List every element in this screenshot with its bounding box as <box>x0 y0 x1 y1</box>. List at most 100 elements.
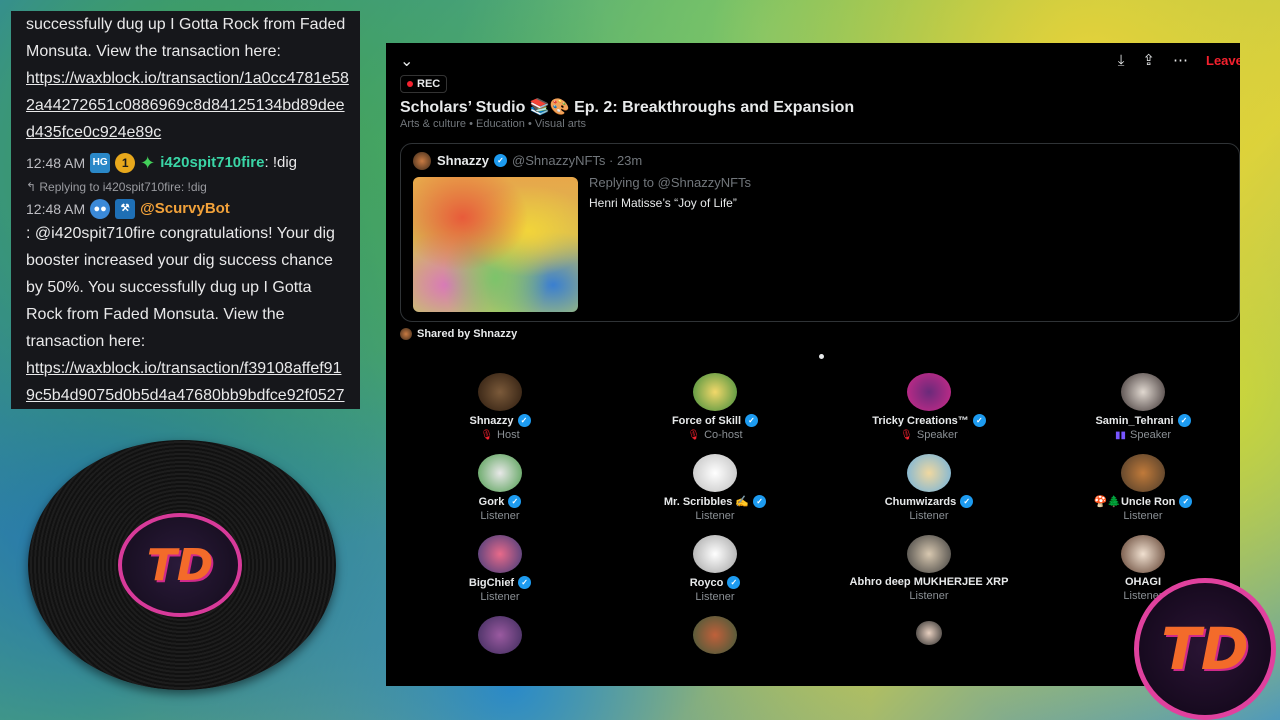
vinyl-record-image: TD <box>28 440 336 690</box>
participant-role: Listener <box>695 510 735 522</box>
verified-icon: ✓ <box>960 495 974 508</box>
chat-line: Monsuta. View the transaction here: <box>26 43 281 60</box>
participant[interactable]: Abhro deep MUKHERJEE XRP Listener <box>829 535 1029 602</box>
avatar <box>1121 373 1165 411</box>
verified-icon: ✓ <box>1179 495 1193 508</box>
avatar <box>693 616 737 654</box>
bot-badge-icon: ●● <box>90 199 111 219</box>
avatar <box>478 616 522 654</box>
participant-name: Abhro deep MUKHERJEE XRP <box>849 576 1009 588</box>
logo-text: TD <box>146 539 214 591</box>
participant-role: Listener <box>909 590 949 602</box>
participant-name: BigChief <box>468 576 515 589</box>
participant[interactable] <box>400 616 600 654</box>
participant[interactable]: Royco ✓ Listener <box>615 535 815 603</box>
space-categories: Arts & culture • Education • Visual arts <box>400 118 587 130</box>
participant-name: Chumwizards <box>884 495 957 508</box>
participant-name: Gork <box>478 495 505 508</box>
participant-role: Speaker <box>1130 429 1171 441</box>
more-icon[interactable]: ⋯ <box>1173 51 1188 69</box>
space-panel: ⌄ ⤓ ⇪ ⋯ Leave REC Scholars’ Studio 📚🎨 Ep… <box>386 43 1240 686</box>
author-name: Shnazzy <box>437 153 490 168</box>
post-author: Shnazzy ✓ @ShnazzyNFTs · 23m <box>437 153 642 168</box>
tool-badge-icon: ⚒ <box>115 199 136 219</box>
record-dot-icon <box>407 81 413 87</box>
participant-name: Mr. Scribbles ✍️ <box>663 496 750 508</box>
mic-off-icon: 🎙 <box>480 429 494 441</box>
chat-text: : @i420spit710fire congratulations! Your… <box>26 225 335 350</box>
verified-icon: ✓ <box>972 414 986 427</box>
participant[interactable]: Gork ✓ Listener <box>400 454 600 522</box>
avatar <box>413 152 431 170</box>
avatar <box>907 373 951 411</box>
avatar <box>478 535 522 573</box>
chat-timestamp: 12:48 AM <box>26 155 86 171</box>
shared-by-text: Shared by Shnazzy <box>417 328 518 340</box>
logo-text: TD <box>1161 615 1249 683</box>
verified-icon: ✓ <box>494 154 508 167</box>
participant[interactable] <box>829 621 1029 645</box>
avatar <box>693 454 737 492</box>
avatar <box>693 373 737 411</box>
tier-badge-icon: 1 <box>115 153 136 173</box>
participant-name: Royco <box>689 576 724 589</box>
chevron-down-icon[interactable]: ⌄ <box>400 51 413 71</box>
participant-name: Samin_Tehrani <box>1095 414 1174 427</box>
verified-icon: ✓ <box>727 576 741 589</box>
chat-timestamp: 12:48 AM <box>26 201 86 217</box>
chat-username[interactable]: i420spit710fire <box>160 154 264 171</box>
avatar <box>400 328 412 340</box>
avatar <box>693 535 737 573</box>
verified-icon: ✓ <box>745 414 759 427</box>
participant[interactable]: BigChief ✓ Listener <box>400 535 600 603</box>
participant-role: Listener <box>480 510 520 522</box>
participant[interactable]: Chumwizards ✓ Listener <box>829 454 1029 522</box>
participant-role: Co-host <box>704 429 743 441</box>
verified-icon: ✓ <box>508 495 522 508</box>
space-topbar: ⌄ ⤓ ⇪ ⋯ Leave <box>386 43 1240 75</box>
participant-role: Listener <box>1123 510 1163 522</box>
participant-role: Listener <box>909 510 949 522</box>
verified-icon: ✓ <box>518 576 532 589</box>
space-title: Scholars’ Studio 📚🎨 Ep. 2: Breakthroughs… <box>400 99 855 116</box>
author-handle: @ShnazzyNFTs · 23m <box>512 153 643 168</box>
chat-line: successfully dug up I Gotta Rock from Fa… <box>26 16 346 33</box>
sparkle-badge-icon: ✦ <box>140 153 156 173</box>
avatar <box>916 621 942 645</box>
pinned-post-card[interactable]: Shnazzy ✓ @ShnazzyNFTs · 23m Replying to… <box>400 143 1240 322</box>
participant[interactable]: Force of Skill ✓ 🎙 Co-host <box>615 373 815 441</box>
docking-icon[interactable]: ⤓ <box>1118 52 1125 69</box>
participant-name: OHAGI <box>1124 576 1162 588</box>
avatar <box>907 535 951 573</box>
verified-icon: ✓ <box>1177 414 1191 427</box>
participant[interactable]: 🍄🌲Uncle Ron ✓ Listener <box>1043 454 1240 522</box>
post-image[interactable] <box>413 177 578 312</box>
chat-panel: successfully dug up I Gotta Rock from Fa… <box>11 11 360 409</box>
verified-icon: ✓ <box>517 414 531 427</box>
participant[interactable]: Mr. Scribbles ✍️ ✓ Listener <box>615 454 815 522</box>
participant-role: Host <box>497 429 520 441</box>
chat-username[interactable]: @ScurvyBot <box>140 198 230 220</box>
participant-role: Speaker <box>916 429 958 441</box>
post-body: Henri Matisse’s “Joy of Life” <box>589 196 737 210</box>
chat-message-header: 12:48 AM HG 1 ✦ i420spit710fire: !dig <box>26 152 350 174</box>
participant[interactable]: Shnazzy ✓ 🎙 Host <box>400 373 600 441</box>
participant[interactable]: Samin_Tehrani ✓ ▮▮ Speaker <box>1043 373 1240 441</box>
chat-message-header: 12:48 AM ●● ⚒ @ScurvyBot <box>26 198 350 220</box>
vinyl-label-logo: TD <box>118 513 242 617</box>
transaction-link[interactable]: https://waxblock.io/transaction/f39108af… <box>26 360 345 409</box>
avatar <box>478 373 522 411</box>
mic-off-icon: 🎙 <box>900 429 913 441</box>
reply-reference: ↰ Replying to i420spit710fire: !dig <box>26 180 207 194</box>
leave-button[interactable]: Leave <box>1206 53 1240 68</box>
transaction-link[interactable]: https://waxblock.io/transaction/1a0cc478… <box>26 70 349 141</box>
participant-name: Shnazzy <box>469 414 514 427</box>
share-icon[interactable]: ⇪ <box>1142 51 1155 69</box>
participant-name: Force of Skill <box>671 414 742 427</box>
participant-role: Listener <box>480 591 520 603</box>
chat-text: : !dig <box>264 154 298 171</box>
avatar <box>478 454 522 492</box>
avatar <box>1121 454 1165 492</box>
participant[interactable] <box>615 616 815 654</box>
participant[interactable]: Tricky Creations™ ✓ 🎙 Speaker <box>829 373 1029 441</box>
